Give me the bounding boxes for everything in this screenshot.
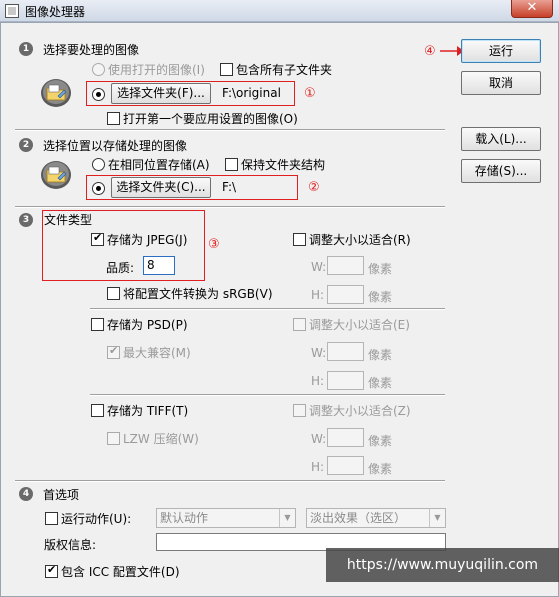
- save-settings-button[interactable]: 存储(S)...: [461, 159, 541, 183]
- save-tiff-checkbox[interactable]: [91, 404, 104, 417]
- save-same-location-label: 在相同位置存储(A): [108, 158, 210, 172]
- divider-3: [15, 480, 445, 482]
- save-tiff-label: 存储为 TIFF(T): [107, 404, 189, 418]
- action-set-value: 默认动作: [160, 511, 209, 525]
- include-subfolders-label: 包含所有子文件夹: [236, 63, 333, 77]
- tiff-resize-label: 调整大小以适合(Z): [309, 404, 411, 418]
- divider-2: [15, 206, 445, 208]
- jpeg-width-input[interactable]: [327, 256, 364, 275]
- jpeg-height-label: H:: [311, 288, 325, 302]
- select-dest-folder-button[interactable]: 选择文件夹(C)...: [111, 177, 211, 198]
- include-subfolders-checkbox[interactable]: [220, 63, 233, 76]
- annotation-number-1: ①: [304, 86, 316, 101]
- use-open-images-radio[interactable]: [92, 63, 105, 76]
- keep-folder-structure-checkbox[interactable]: [225, 158, 238, 171]
- action-set-select[interactable]: 默认动作 ▼: [156, 508, 296, 528]
- lzw-checkbox[interactable]: [107, 432, 120, 445]
- action-name-select[interactable]: 淡出效果（选区） ▼: [306, 508, 446, 528]
- section-3-title: 文件类型: [44, 213, 93, 227]
- psd-width-label: W:: [311, 346, 327, 360]
- tiff-width-unit: 像素: [368, 434, 393, 448]
- quality-input[interactable]: 8: [143, 256, 175, 275]
- include-icc-label: 包含 ICC 配置文件(D): [61, 565, 180, 579]
- run-action-label: 运行动作(U):: [61, 512, 132, 526]
- tiff-height-label: H:: [311, 460, 325, 474]
- section-1-number: 1: [19, 42, 33, 56]
- save-same-location-radio[interactable]: [92, 158, 105, 171]
- chevron-down-icon: ▼: [279, 509, 295, 527]
- action-name-value: 淡出效果（选区）: [310, 511, 407, 525]
- dest-folder-path: F:\: [222, 180, 237, 194]
- section-1-title: 选择要处理的图像: [43, 43, 140, 57]
- divider-1: [15, 129, 445, 131]
- convert-srgb-checkbox[interactable]: [107, 287, 120, 300]
- source-folder-path: F:\original: [222, 86, 281, 100]
- annotation-number-2: ②: [308, 180, 320, 195]
- select-dest-folder-radio[interactable]: [92, 182, 105, 195]
- jpeg-resize-label: 调整大小以适合(R): [309, 233, 411, 247]
- tiff-height-unit: 像素: [368, 462, 393, 476]
- jpeg-width-unit: 像素: [368, 262, 393, 276]
- load-button[interactable]: 载入(L)...: [461, 127, 541, 151]
- cancel-button[interactable]: 取消: [461, 71, 541, 95]
- folder-save-icon: [41, 161, 71, 189]
- tiff-width-label: W:: [311, 432, 327, 446]
- psd-height-unit: 像素: [368, 376, 393, 390]
- jpeg-width-label: W:: [311, 260, 327, 274]
- psd-width-unit: 像素: [368, 348, 393, 362]
- max-compat-label: 最大兼容(M): [123, 346, 191, 360]
- save-jpeg-checkbox[interactable]: [91, 231, 104, 246]
- include-icc-checkbox[interactable]: [45, 563, 58, 578]
- section-2-number: 2: [19, 138, 33, 152]
- quality-label: 品质:: [106, 261, 135, 275]
- section-3-number: 3: [19, 213, 33, 227]
- chevron-down-icon: ▼: [429, 509, 445, 527]
- save-psd-checkbox[interactable]: [91, 318, 104, 331]
- window-title: 图像处理器: [25, 5, 86, 19]
- app-icon: [5, 4, 19, 18]
- max-compat-checkbox[interactable]: [107, 344, 120, 359]
- open-first-image-checkbox[interactable]: [107, 112, 120, 125]
- annotation-number-4: ④: [424, 44, 436, 59]
- save-psd-label: 存储为 PSD(P): [107, 318, 188, 332]
- save-jpeg-label: 存储为 JPEG(J): [107, 233, 188, 247]
- run-button[interactable]: 运行: [461, 39, 541, 63]
- jpeg-height-unit: 像素: [368, 290, 393, 304]
- psd-width-input[interactable]: [327, 342, 364, 361]
- folder-process-icon: [41, 79, 71, 107]
- section-4-number: 4: [19, 487, 33, 501]
- section-2-title: 选择位置以存储处理的图像: [43, 139, 188, 153]
- lzw-label: LZW 压缩(W): [123, 432, 199, 446]
- close-button[interactable]: ✕: [511, 0, 553, 18]
- divider-jpeg-psd: [90, 308, 445, 310]
- divider-psd-tiff: [90, 394, 445, 396]
- jpeg-height-input[interactable]: [327, 285, 364, 304]
- psd-height-label: H:: [311, 374, 325, 388]
- select-source-folder-radio[interactable]: [92, 88, 105, 101]
- convert-srgb-label: 将配置文件转换为 sRGB(V): [123, 287, 273, 301]
- section-4-title: 首选项: [43, 488, 80, 502]
- psd-resize-label: 调整大小以适合(E): [309, 318, 410, 332]
- tiff-resize-checkbox[interactable]: [293, 404, 306, 417]
- copyright-label: 版权信息:: [44, 538, 97, 552]
- keep-folder-structure-label: 保持文件夹结构: [241, 158, 326, 172]
- use-open-images-label: 使用打开的图像(I): [108, 63, 205, 77]
- open-first-image-label: 打开第一个要应用设置的图像(O): [123, 112, 298, 126]
- psd-height-input[interactable]: [327, 371, 364, 390]
- watermark: https://www.muyuqilin.com: [326, 548, 559, 582]
- select-source-folder-button[interactable]: 选择文件夹(F)...: [111, 83, 211, 104]
- title-bar: 图像处理器: [0, 0, 559, 22]
- tiff-width-input[interactable]: [327, 428, 364, 447]
- psd-resize-checkbox[interactable]: [293, 318, 306, 331]
- annotation-number-3: ③: [208, 237, 220, 252]
- run-action-checkbox[interactable]: [45, 512, 58, 525]
- tiff-height-input[interactable]: [327, 456, 364, 475]
- jpeg-resize-checkbox[interactable]: [293, 233, 306, 246]
